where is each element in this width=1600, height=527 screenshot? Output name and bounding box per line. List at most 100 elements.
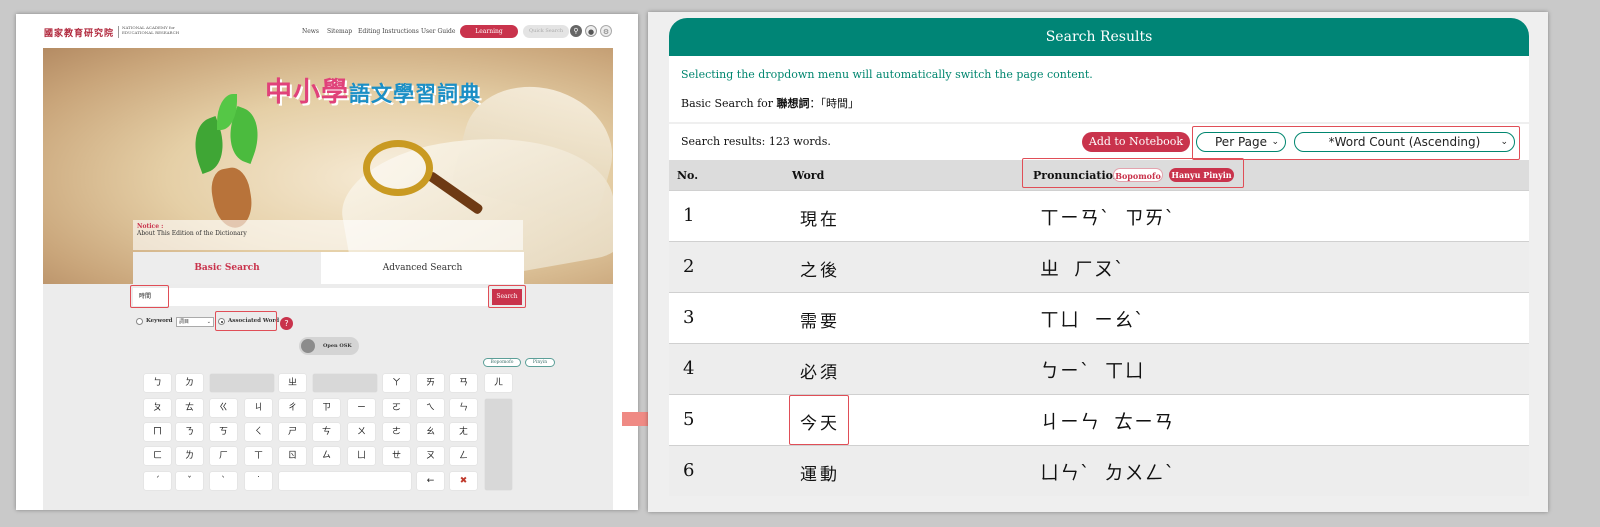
clear-icon[interactable]: ✖ xyxy=(450,472,477,490)
osk-key[interactable]: ㄢ xyxy=(450,374,477,392)
osk-key[interactable]: ㄉ xyxy=(176,374,203,392)
keyword-select[interactable]: 詞目 ⌄ xyxy=(176,317,214,327)
search-summary: Basic Search for 聯想詞：「時間」 xyxy=(681,95,859,111)
help-icon[interactable]: ? xyxy=(280,317,293,330)
osk-key[interactable]: ㄈ xyxy=(144,447,171,465)
osk-key-blank xyxy=(313,374,377,392)
osk-key[interactable]: ㄓ xyxy=(279,374,306,392)
osk-key[interactable]: ㄅ xyxy=(144,374,171,392)
table-row[interactable]: 6 運動 ㄩㄣˋ ㄉㄨㄥˋ xyxy=(669,445,1529,496)
osk-key[interactable]: ㄟ xyxy=(417,399,444,417)
tab-advanced-search[interactable]: Advanced Search xyxy=(321,252,524,284)
osk-key[interactable]: ㄒ xyxy=(245,447,272,465)
osk-key[interactable]: ㄍ xyxy=(210,399,237,417)
osk-key[interactable]: ㄆ xyxy=(144,399,171,417)
highlight-dropdowns xyxy=(1192,126,1520,160)
osk-key[interactable]: ㄛ xyxy=(383,399,410,417)
osk-key[interactable]: ㄔ xyxy=(279,399,306,417)
osk-key[interactable]: ㄐ xyxy=(245,399,272,417)
highlight-search-term xyxy=(130,285,169,308)
search-icon[interactable]: ⚲ xyxy=(570,25,582,37)
backspace-icon[interactable]: ← xyxy=(417,472,444,490)
osk-key[interactable]: ㄘ xyxy=(313,423,340,441)
table-row[interactable]: 2 之後 ㄓ ㄏㄡˋ xyxy=(669,241,1529,292)
row-pronunciation: ㄒㄩ ㄧㄠˋ xyxy=(1040,309,1145,331)
settings-icon[interactable]: ⚙ xyxy=(600,25,612,37)
row-word[interactable]: 需要 xyxy=(800,307,840,332)
arrow-body xyxy=(622,412,650,426)
results-toolbar: Search results: 123 words. Add to Notebo… xyxy=(669,124,1529,160)
nav-editing-instructions[interactable]: Editing Instructions xyxy=(358,28,419,35)
osk-key-tone-4[interactable]: ˋ xyxy=(210,472,237,490)
osk-key[interactable]: ㄜ xyxy=(383,423,410,441)
osk-key[interactable]: ㄡ xyxy=(417,447,444,465)
row-word[interactable]: 必須 xyxy=(800,358,840,383)
osk-key[interactable]: ㄎ xyxy=(210,423,237,441)
highlight-pronunciation-toggles xyxy=(1022,158,1244,188)
logo-cn[interactable]: 國家教育研究院 xyxy=(44,26,114,39)
row-number: 6 xyxy=(683,460,695,481)
osk-key[interactable]: ㄋ xyxy=(176,423,203,441)
table-row[interactable]: 4 必須 ㄅㄧˋ ㄒㄩ xyxy=(669,343,1529,394)
user-icon[interactable]: ● xyxy=(585,25,597,37)
row-pronunciation: ㄅㄧˋ ㄒㄩ xyxy=(1040,360,1145,382)
osk-space-key[interactable] xyxy=(279,472,411,490)
osk-key-neutral-tone[interactable]: ˙ xyxy=(245,472,272,490)
quick-search-input[interactable]: Quick Search xyxy=(523,25,569,38)
add-to-notebook-button[interactable]: Add to Notebook xyxy=(1082,132,1190,152)
osk-key[interactable]: ㄩ xyxy=(348,447,375,465)
osk-key[interactable]: ㄖ xyxy=(279,447,306,465)
osk-bopomofo-pill[interactable]: Bopomofo xyxy=(483,358,521,367)
row-word[interactable]: 運動 xyxy=(800,460,840,485)
osk-key-tone-2[interactable]: ˊ xyxy=(144,472,171,490)
open-osk-toggle[interactable]: Open OSK xyxy=(299,337,359,355)
osk-key-tone-3[interactable]: ˇ xyxy=(176,472,203,490)
row-pronunciation: ㄒㄧㄢˋ ㄗㄞˋ xyxy=(1040,207,1176,229)
osk-key[interactable]: ㄤ xyxy=(450,423,477,441)
osk-key[interactable]: ㄗ xyxy=(313,399,340,417)
search-summary-suffix: ：「時間」 xyxy=(809,97,860,110)
osk-key[interactable]: ㄧ xyxy=(348,399,375,417)
nav-news[interactable]: News xyxy=(302,28,319,35)
row-word[interactable]: 現在 xyxy=(800,205,840,230)
osk-key[interactable]: ㄙ xyxy=(313,447,340,465)
logo-divider xyxy=(118,26,119,38)
osk-key[interactable]: ㄇ xyxy=(144,423,171,441)
notice-link[interactable]: About This Edition of the Dictionary xyxy=(137,230,519,237)
osk-key[interactable]: ㄦ xyxy=(485,374,512,392)
notice-box[interactable]: Notice : About This Edition of the Dicti… xyxy=(133,220,523,250)
nav-user-guide[interactable]: User Guide xyxy=(421,28,455,35)
nav-learning-notebook[interactable]: Learning Notebook xyxy=(460,25,518,48)
results-count: Search results: 123 words. xyxy=(681,135,831,148)
table-row[interactable]: 5 今天 ㄐㄧㄣ ㄊㄧㄢ xyxy=(669,394,1529,445)
osk-enter-key[interactable] xyxy=(485,399,512,490)
table-row[interactable]: 3 需要 ㄒㄩ ㄧㄠˋ xyxy=(669,292,1529,343)
highlight-associated-word xyxy=(215,311,277,331)
osk-key[interactable]: ㄊ xyxy=(176,399,203,417)
osk-key[interactable]: ㄚ xyxy=(383,374,410,392)
row-pronunciation: ㄩㄣˋ ㄉㄨㄥˋ xyxy=(1040,462,1176,484)
osk-key[interactable]: ㄠ xyxy=(417,423,444,441)
table-row[interactable]: 1 現在 ㄒㄧㄢˋ ㄗㄞˋ xyxy=(669,190,1529,241)
osk-key[interactable]: ㄝ xyxy=(383,447,410,465)
row-number: 2 xyxy=(683,256,695,277)
table-header: No. Word Pronunciation Bopomofo Hanyu Pi… xyxy=(669,158,1529,190)
search-input[interactable]: 時間 xyxy=(133,288,488,306)
osk-key[interactable]: ㄥ xyxy=(450,447,477,465)
osk-key[interactable]: ㄏ xyxy=(210,447,237,465)
osk-key[interactable]: ㄌ xyxy=(176,447,203,465)
osk-key[interactable]: ㄣ xyxy=(450,399,477,417)
row-word[interactable]: 之後 xyxy=(800,256,840,281)
keyword-radio[interactable] xyxy=(136,318,143,325)
column-word: Word xyxy=(792,169,825,182)
osk-key[interactable]: ㄞ xyxy=(417,374,444,392)
nav-sitemap[interactable]: Sitemap xyxy=(327,28,352,35)
tab-basic-search[interactable]: Basic Search xyxy=(133,252,321,284)
row-number: 1 xyxy=(683,205,695,226)
osk-pinyin-pill[interactable]: Pinyin xyxy=(525,358,555,367)
osk-key[interactable]: ㄑ xyxy=(245,423,272,441)
osk-key[interactable]: ㄨ xyxy=(348,423,375,441)
osk-key[interactable]: ㄕ xyxy=(279,423,306,441)
highlight-search-button xyxy=(488,285,526,308)
row-number: 5 xyxy=(683,409,695,430)
